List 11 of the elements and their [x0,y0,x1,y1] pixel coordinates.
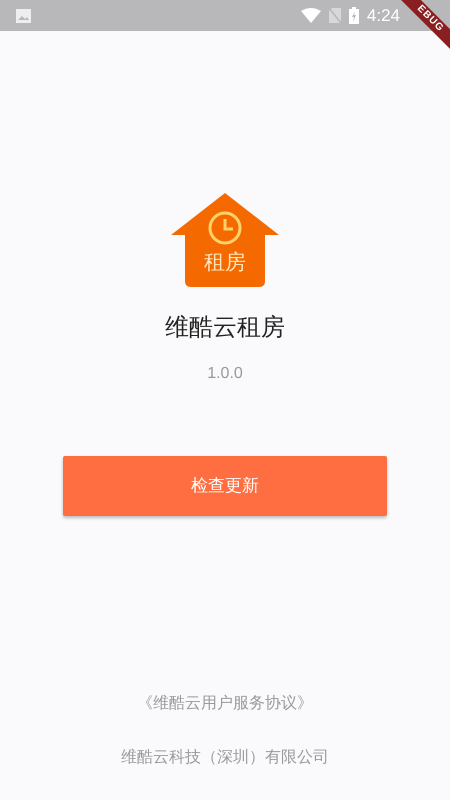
no-sim-icon [328,8,341,23]
clock-time: 4:24 [366,4,400,27]
company-name: 维酷云科技（深圳）有限公司 [121,748,329,768]
battery-icon [348,7,359,24]
image-icon [16,8,31,22]
agreement-link[interactable]: 《维酷云用户服务协议》 [137,692,313,716]
version-text: 1.0.0 [207,364,243,384]
wifi-icon [300,8,321,23]
app-name: 维酷云租房 [165,313,285,343]
check-update-button[interactable]: 检查更新 [63,456,387,516]
app-logo: 租房 [169,191,281,288]
